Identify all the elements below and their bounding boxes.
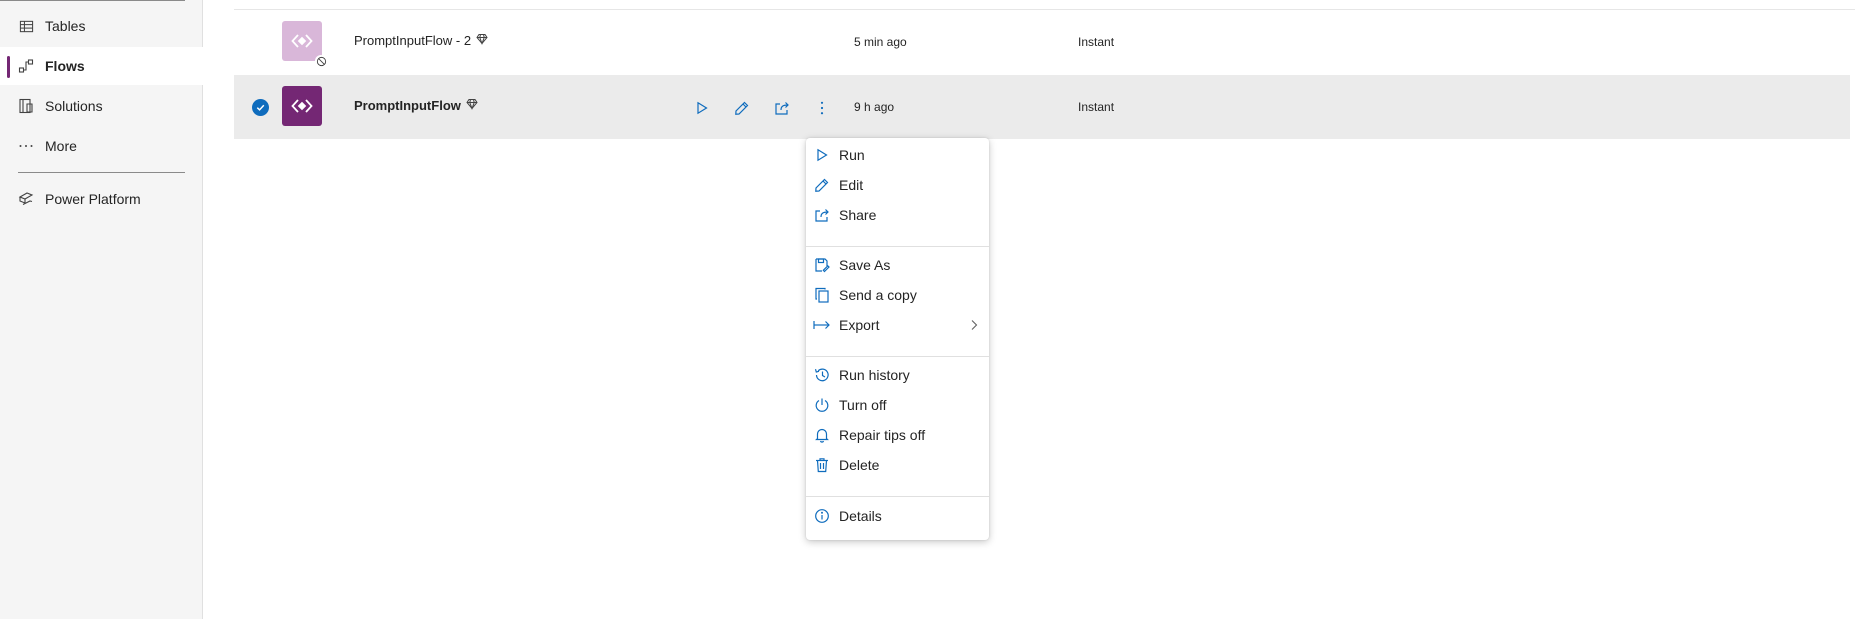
flow-type-icon bbox=[282, 86, 322, 126]
menu-item-label: Save As bbox=[839, 257, 891, 273]
disabled-badge-icon bbox=[315, 55, 327, 67]
sidebar-item-label: More bbox=[45, 138, 77, 154]
flow-icon bbox=[17, 57, 35, 75]
left-navigation: Tables Flows Solutions More Power Platfo… bbox=[0, 0, 203, 619]
table-row[interactable]: PromptInputFlow - 2 5 min ago Instant bbox=[234, 10, 1850, 74]
share-button[interactable] bbox=[769, 96, 795, 120]
flow-name[interactable]: PromptInputFlow bbox=[354, 98, 478, 113]
menu-item-label: Repair tips off bbox=[839, 427, 926, 443]
menu-item-turn-off[interactable]: Turn off bbox=[806, 388, 989, 422]
row-actions bbox=[689, 96, 835, 120]
solutions-icon bbox=[17, 97, 35, 115]
trash-icon bbox=[813, 456, 831, 474]
sidebar-item-label: Power Platform bbox=[45, 191, 141, 207]
menu-item-label: Delete bbox=[839, 457, 880, 473]
menu-item-run-history[interactable]: Run history bbox=[806, 358, 989, 392]
run-button[interactable] bbox=[689, 96, 715, 120]
sidebar-item-solutions[interactable]: Solutions bbox=[0, 87, 203, 125]
play-icon bbox=[813, 146, 831, 164]
premium-diamond-icon bbox=[476, 33, 488, 48]
menu-item-run[interactable]: Run bbox=[806, 138, 989, 172]
more-vertical-icon bbox=[820, 101, 824, 115]
table-row-selected[interactable]: PromptInputFlow 9 h ago Instant bbox=[234, 75, 1850, 139]
history-icon bbox=[813, 366, 831, 384]
save-as-icon bbox=[813, 256, 831, 274]
menu-item-edit[interactable]: Edit bbox=[806, 168, 989, 202]
chevron-right-icon bbox=[969, 318, 979, 334]
pencil-icon bbox=[813, 176, 831, 194]
menu-item-label: Share bbox=[839, 207, 877, 223]
row-checkbox[interactable] bbox=[252, 99, 269, 116]
menu-item-send-a-copy[interactable]: Send a copy bbox=[806, 278, 989, 312]
menu-item-label: Details bbox=[839, 508, 882, 524]
more-actions-button[interactable] bbox=[809, 96, 835, 120]
menu-item-details[interactable]: Details bbox=[806, 499, 989, 533]
menu-item-save-as[interactable]: Save As bbox=[806, 248, 989, 282]
menu-item-export[interactable]: Export bbox=[806, 308, 989, 342]
copy-icon bbox=[813, 286, 831, 304]
modified-cell: 9 h ago bbox=[854, 100, 895, 114]
menu-item-label: Turn off bbox=[839, 397, 887, 413]
share-icon bbox=[813, 206, 831, 224]
share-icon bbox=[775, 102, 789, 115]
menu-item-label: Send a copy bbox=[839, 287, 917, 303]
table-icon bbox=[17, 17, 35, 35]
menu-item-label: Run bbox=[839, 147, 865, 163]
flow-name-text: PromptInputFlow bbox=[354, 98, 461, 113]
menu-item-share[interactable]: Share bbox=[806, 198, 989, 232]
nav-divider bbox=[0, 0, 185, 1]
export-icon bbox=[813, 316, 831, 334]
sidebar-item-power-platform[interactable]: Power Platform bbox=[0, 180, 203, 218]
nav-divider bbox=[18, 172, 185, 173]
menu-item-label: Edit bbox=[839, 177, 864, 193]
menu-item-repair-tips-off[interactable]: Repair tips off bbox=[806, 418, 989, 452]
sidebar-item-label: Flows bbox=[45, 58, 85, 74]
modified-cell: 5 min ago bbox=[854, 35, 907, 49]
menu-item-label: Export bbox=[839, 317, 880, 333]
bell-icon bbox=[813, 426, 831, 444]
flow-name[interactable]: PromptInputFlow - 2 bbox=[354, 33, 488, 48]
menu-divider bbox=[806, 246, 989, 247]
type-cell: Instant bbox=[1078, 35, 1115, 49]
flow-name-text: PromptInputFlow - 2 bbox=[354, 33, 472, 48]
pencil-icon bbox=[735, 101, 749, 115]
menu-item-delete[interactable]: Delete bbox=[806, 448, 989, 482]
checkmark-icon bbox=[256, 104, 265, 111]
type-cell: Instant bbox=[1078, 100, 1115, 114]
selection-indicator bbox=[7, 56, 10, 78]
premium-diamond-icon bbox=[466, 98, 478, 113]
menu-divider bbox=[806, 356, 989, 357]
play-icon bbox=[697, 101, 708, 115]
sidebar-item-more[interactable]: More bbox=[0, 127, 203, 165]
more-icon bbox=[17, 137, 35, 155]
menu-divider bbox=[806, 496, 989, 497]
sidebar-item-label: Solutions bbox=[45, 98, 103, 114]
info-icon bbox=[813, 507, 831, 525]
power-platform-icon bbox=[17, 190, 35, 208]
sidebar-item-label: Tables bbox=[45, 18, 86, 34]
flows-list: PromptInputFlow - 2 5 min ago Instant Pr… bbox=[204, 0, 1855, 619]
power-icon bbox=[813, 396, 831, 414]
sidebar-item-tables[interactable]: Tables bbox=[0, 7, 203, 45]
edit-button[interactable] bbox=[729, 96, 755, 120]
sidebar-item-flows[interactable]: Flows bbox=[0, 47, 203, 85]
context-menu: Run Edit Share Save As Send a copy Expor… bbox=[806, 138, 989, 540]
menu-item-label: Run history bbox=[839, 367, 910, 383]
